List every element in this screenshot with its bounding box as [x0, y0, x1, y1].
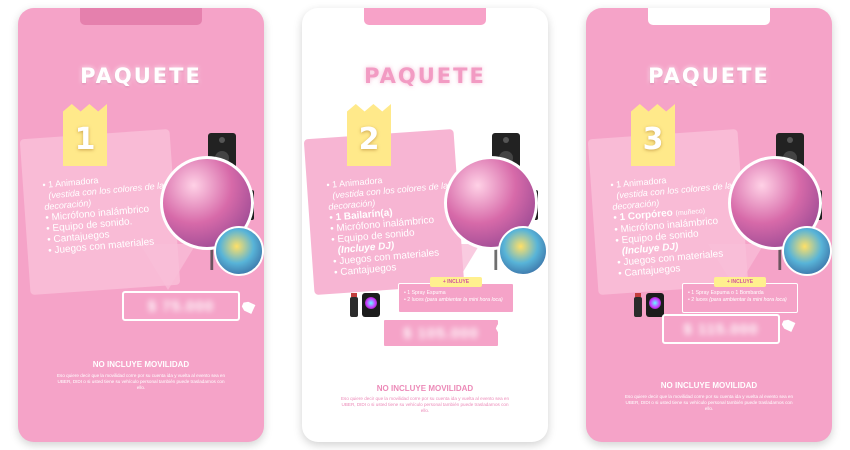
no-mobility-heading: NO INCLUYE MOVILIDAD — [376, 384, 474, 393]
price-tag-icon — [240, 300, 255, 314]
price-box: $ 105.000 — [382, 318, 500, 348]
includes-box: • 1 Spray Espuma o 1 Bombarda • 2 luces … — [682, 283, 798, 313]
package-items-list: • 1 Animadora (vestida con los colores d… — [326, 167, 484, 279]
no-mobility-heading: NO INCLUYE MOVILIDAD — [660, 381, 758, 390]
packages-stage: PAQUETE 1 • 1 Animadora (vestida con los… — [0, 0, 850, 450]
package-title: PAQUETE — [364, 64, 486, 88]
package-number-badge: 2 — [347, 104, 391, 166]
card-tab — [80, 8, 202, 25]
background-triangle — [140, 244, 196, 290]
includes-item: • 2 luces (para ambientar la mini hora l… — [688, 296, 787, 303]
event-photo-small — [498, 226, 548, 276]
event-photo-small — [782, 226, 832, 276]
package-title: PAQUETE — [80, 64, 202, 88]
price-box: $ 115.000 — [662, 314, 780, 344]
price-value: $ 105.000 — [403, 324, 479, 342]
price-value: $ 75.000 — [147, 297, 215, 315]
package-number: 1 — [74, 121, 96, 157]
includes-label: + INCLUYE — [430, 277, 482, 287]
package-items-list: • 1 Animadora (vestida con los colores d… — [42, 167, 198, 257]
package-number: 2 — [358, 121, 380, 157]
package-card-3: PAQUETE 3 • 1 Animadora (vestida con los… — [586, 8, 832, 442]
includes-item: • 2 luces (para ambientar la mini hora l… — [404, 296, 503, 303]
card-tab — [648, 8, 770, 25]
package-number-badge: 1 — [63, 104, 107, 166]
package-card-1: PAQUETE 1 • 1 Animadora (vestida con los… — [18, 8, 264, 442]
package-title: PAQUETE — [648, 64, 770, 88]
price-tag-icon — [780, 318, 795, 332]
mobility-description: Eso quiere decir que la movilidad corre … — [340, 396, 510, 413]
package-card-2: PAQUETE 2 • 1 Animadora (vestida con los… — [302, 8, 548, 442]
price-value: $ 115.000 — [683, 320, 759, 338]
includes-box: • 1 Spray Espuma • 2 luces (para ambient… — [398, 283, 514, 313]
event-photo-small — [214, 226, 264, 276]
no-mobility-heading: NO INCLUYE MOVILIDAD — [92, 360, 190, 369]
price-box: $ 75.000 — [122, 291, 240, 321]
mobility-description: Eso quiere decir que la movilidad corre … — [56, 373, 226, 390]
card-tab — [364, 8, 486, 25]
package-number-badge: 3 — [631, 104, 675, 166]
mobility-description: Eso quiere decir que la movilidad corre … — [624, 394, 794, 411]
spray-and-lights-image — [346, 291, 390, 321]
includes-label: + INCLUYE — [714, 277, 766, 287]
package-number: 3 — [642, 121, 664, 157]
package-items-list: • 1 Animadora (vestida con los colores d… — [610, 167, 768, 280]
